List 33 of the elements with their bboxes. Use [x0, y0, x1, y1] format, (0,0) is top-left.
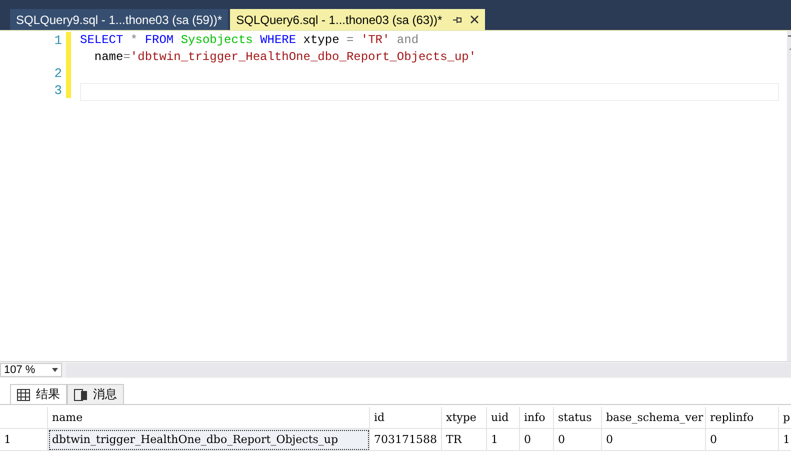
table-cell: 703171588: [370, 429, 442, 451]
document-tab[interactable]: SQLQuery9.sql - 1...thone03 (sa (59))*: [10, 9, 228, 30]
table-cell: dbtwin_trigger_HealthOne_dbo_Report_Objects_up: [48, 429, 370, 451]
table-cell: TR: [442, 429, 487, 451]
table-cell: 1: [487, 429, 520, 451]
column-header[interactable]: info: [520, 407, 554, 429]
document-tab[interactable]: SQLQuery6.sql - 1...thone03 (sa (63))*: [230, 9, 486, 30]
column-header[interactable]: p: [779, 407, 791, 429]
table-cell: 0: [706, 429, 779, 451]
column-header[interactable]: base_schema_ver: [602, 407, 706, 429]
column-header[interactable]: uid: [487, 407, 520, 429]
document-icon: [74, 388, 87, 400]
line-number: 3: [53, 82, 63, 99]
close-icon[interactable]: [470, 15, 480, 24]
table-cell: 0: [602, 429, 706, 451]
line-number: 1: [53, 33, 63, 50]
table-cell: 0: [554, 429, 602, 451]
zoom-dropdown[interactable]: 107 %: [0, 363, 62, 377]
code-line: SELECT * FROM Sysobjects WHERE xtype = 'TR' and: [80, 33, 420, 49]
pin-icon[interactable]: [452, 14, 462, 24]
line-number: 2: [53, 66, 63, 82]
results-tab[interactable]: 结果: [10, 384, 67, 404]
grid-corner-cell[interactable]: [0, 407, 48, 429]
column-header[interactable]: replinfo: [706, 407, 779, 429]
table-cell: 0: [520, 429, 554, 451]
code-line: name='dbtwin_trigger_HealthOne_dbo_Report_Objects_up': [93, 50, 478, 66]
grid-icon: [17, 388, 30, 400]
caret-icon: [52, 368, 58, 372]
table-cell: 1: [779, 429, 791, 451]
column-header[interactable]: status: [554, 407, 602, 429]
column-header[interactable]: xtype: [442, 407, 487, 429]
results-tab[interactable]: 消息: [67, 384, 124, 404]
column-header[interactable]: id: [370, 407, 442, 429]
